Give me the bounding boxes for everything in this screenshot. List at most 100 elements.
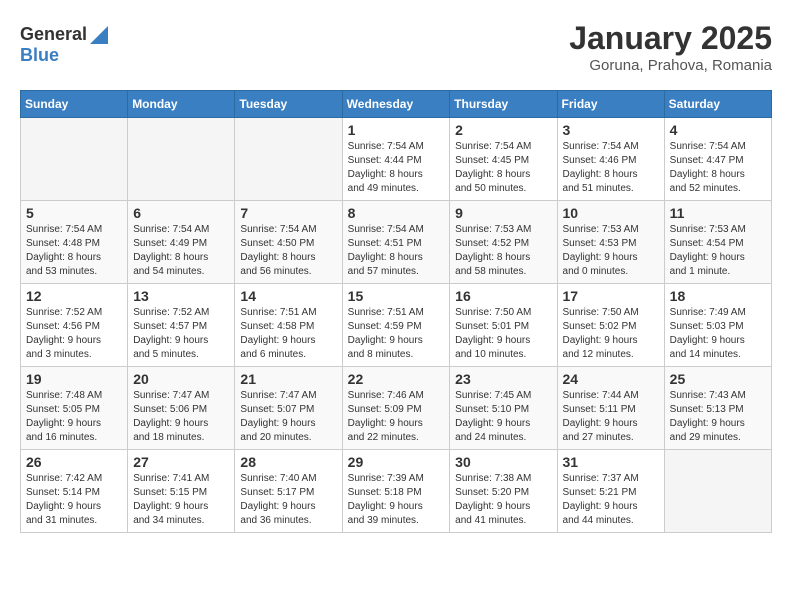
day-info: Sunrise: 7:47 AM Sunset: 5:06 PM Dayligh… [133,389,229,445]
day-header-tuesday: Tuesday [235,91,342,118]
day-info: Sunrise: 7:54 AM Sunset: 4:45 PM Dayligh… [455,140,551,196]
day-number: 8 [348,205,445,221]
day-info: Sunrise: 7:40 AM Sunset: 5:17 PM Dayligh… [240,472,336,528]
day-number: 14 [240,288,336,304]
day-info: Sunrise: 7:54 AM Sunset: 4:47 PM Dayligh… [670,140,766,196]
title-section: January 2025 Goruna, Prahova, Romania [569,20,772,74]
calendar-cell: 16 Sunrise: 7:50 AM Sunset: 5:01 PM Dayli… [450,284,557,367]
day-info: Sunrise: 7:41 AM Sunset: 5:15 PM Dayligh… [133,472,229,528]
day-info: Sunrise: 7:52 AM Sunset: 4:57 PM Dayligh… [133,306,229,362]
day-header-wednesday: Wednesday [342,91,450,118]
calendar-table: SundayMondayTuesdayWednesdayThursdayFrid… [20,90,772,533]
month-title: January 2025 [569,20,772,57]
day-info: Sunrise: 7:54 AM Sunset: 4:51 PM Dayligh… [348,223,445,279]
calendar-cell: 28 Sunrise: 7:40 AM Sunset: 5:17 PM Dayli… [235,450,342,533]
logo-text-blue: Blue [20,45,108,66]
calendar-cell: 26Sunrise: 7:42 AM Sunset: 5:14 PM Dayli… [21,450,128,533]
calendar-cell: 3 Sunrise: 7:54 AM Sunset: 4:46 PM Daylig… [557,118,664,201]
calendar-cell: 15 Sunrise: 7:51 AM Sunset: 4:59 PM Dayli… [342,284,450,367]
day-number: 3 [563,122,659,138]
calendar-cell: 9Sunrise: 7:53 AM Sunset: 4:52 PM Daylig… [450,201,557,284]
day-number: 20 [133,371,229,387]
calendar-cell: 23 Sunrise: 7:45 AM Sunset: 5:10 PM Dayli… [450,367,557,450]
day-number: 31 [563,454,659,470]
calendar-cell: 17 Sunrise: 7:50 AM Sunset: 5:02 PM Dayli… [557,284,664,367]
day-header-saturday: Saturday [664,91,771,118]
day-info: Sunrise: 7:43 AM Sunset: 5:13 PM Dayligh… [670,389,766,445]
day-number: 22 [348,371,445,387]
day-number: 18 [670,288,766,304]
day-info: Sunrise: 7:38 AM Sunset: 5:20 PM Dayligh… [455,472,551,528]
calendar-cell [235,118,342,201]
day-number: 15 [348,288,445,304]
day-info: Sunrise: 7:53 AM Sunset: 4:53 PM Dayligh… [563,223,659,279]
day-number: 19 [26,371,122,387]
day-info: Sunrise: 7:44 AM Sunset: 5:11 PM Dayligh… [563,389,659,445]
calendar-cell: 12 Sunrise: 7:52 AM Sunset: 4:56 PM Dayli… [21,284,128,367]
day-info: Sunrise: 7:46 AM Sunset: 5:09 PM Dayligh… [348,389,445,445]
calendar-cell [21,118,128,201]
day-info: Sunrise: 7:48 AM Sunset: 5:05 PM Dayligh… [26,389,122,445]
day-number: 23 [455,371,551,387]
day-number: 7 [240,205,336,221]
day-number: 21 [240,371,336,387]
day-info: Sunrise: 7:39 AM Sunset: 5:18 PM Dayligh… [348,472,445,528]
day-number: 29 [348,454,445,470]
calendar-week-row: 12 Sunrise: 7:52 AM Sunset: 4:56 PM Dayli… [21,284,772,367]
calendar-cell: 8 Sunrise: 7:54 AM Sunset: 4:51 PM Daylig… [342,201,450,284]
calendar-cell: 14 Sunrise: 7:51 AM Sunset: 4:58 PM Dayli… [235,284,342,367]
day-info: Sunrise: 7:51 AM Sunset: 4:58 PM Dayligh… [240,306,336,362]
calendar-cell: 4Sunrise: 7:54 AM Sunset: 4:47 PM Daylig… [664,118,771,201]
calendar-cell: 18 Sunrise: 7:49 AM Sunset: 5:03 PM Dayli… [664,284,771,367]
day-number: 16 [455,288,551,304]
calendar-cell: 22 Sunrise: 7:46 AM Sunset: 5:09 PM Dayli… [342,367,450,450]
day-info: Sunrise: 7:54 AM Sunset: 4:48 PM Dayligh… [26,223,122,279]
calendar-cell: 19 Sunrise: 7:48 AM Sunset: 5:05 PM Dayli… [21,367,128,450]
day-info: Sunrise: 7:50 AM Sunset: 5:01 PM Dayligh… [455,306,551,362]
logo: General Blue [20,20,108,66]
day-info: Sunrise: 7:50 AM Sunset: 5:02 PM Dayligh… [563,306,659,362]
calendar-cell: 10 Sunrise: 7:53 AM Sunset: 4:53 PM Dayli… [557,201,664,284]
day-info: Sunrise: 7:54 AM Sunset: 4:46 PM Dayligh… [563,140,659,196]
day-number: 27 [133,454,229,470]
day-number: 28 [240,454,336,470]
day-number: 2 [455,122,551,138]
calendar-cell: 5 Sunrise: 7:54 AM Sunset: 4:48 PM Daylig… [21,201,128,284]
logo-bird-icon [90,22,108,44]
day-number: 24 [563,371,659,387]
day-number: 10 [563,205,659,221]
calendar-header-row: SundayMondayTuesdayWednesdayThursdayFrid… [21,91,772,118]
calendar-cell: 30 Sunrise: 7:38 AM Sunset: 5:20 PM Dayli… [450,450,557,533]
day-info: Sunrise: 7:45 AM Sunset: 5:10 PM Dayligh… [455,389,551,445]
day-number: 12 [26,288,122,304]
calendar-week-row: 26Sunrise: 7:42 AM Sunset: 5:14 PM Dayli… [21,450,772,533]
calendar-cell: 29 Sunrise: 7:39 AM Sunset: 5:18 PM Dayli… [342,450,450,533]
day-info: Sunrise: 7:47 AM Sunset: 5:07 PM Dayligh… [240,389,336,445]
calendar-cell [664,450,771,533]
day-number: 1 [348,122,445,138]
calendar-cell: 7Sunrise: 7:54 AM Sunset: 4:50 PM Daylig… [235,201,342,284]
day-header-friday: Friday [557,91,664,118]
calendar-cell: 13 Sunrise: 7:52 AM Sunset: 4:57 PM Dayli… [128,284,235,367]
calendar-cell: 21 Sunrise: 7:47 AM Sunset: 5:07 PM Dayli… [235,367,342,450]
calendar-week-row: 5 Sunrise: 7:54 AM Sunset: 4:48 PM Daylig… [21,201,772,284]
day-number: 30 [455,454,551,470]
day-header-monday: Monday [128,91,235,118]
day-info: Sunrise: 7:53 AM Sunset: 4:52 PM Dayligh… [455,223,551,279]
calendar-cell: 1 Sunrise: 7:54 AM Sunset: 4:44 PM Daylig… [342,118,450,201]
calendar-cell: 25 Sunrise: 7:43 AM Sunset: 5:13 PM Dayli… [664,367,771,450]
calendar-week-row: 1 Sunrise: 7:54 AM Sunset: 4:44 PM Daylig… [21,118,772,201]
day-info: Sunrise: 7:49 AM Sunset: 5:03 PM Dayligh… [670,306,766,362]
day-info: Sunrise: 7:54 AM Sunset: 4:44 PM Dayligh… [348,140,445,196]
day-number: 5 [26,205,122,221]
calendar-cell: 11Sunrise: 7:53 AM Sunset: 4:54 PM Dayli… [664,201,771,284]
day-info: Sunrise: 7:51 AM Sunset: 4:59 PM Dayligh… [348,306,445,362]
day-info: Sunrise: 7:52 AM Sunset: 4:56 PM Dayligh… [26,306,122,362]
calendar-cell: 6Sunrise: 7:54 AM Sunset: 4:49 PM Daylig… [128,201,235,284]
day-number: 25 [670,371,766,387]
day-header-thursday: Thursday [450,91,557,118]
day-number: 13 [133,288,229,304]
day-number: 17 [563,288,659,304]
calendar-cell: 27 Sunrise: 7:41 AM Sunset: 5:15 PM Dayli… [128,450,235,533]
day-info: Sunrise: 7:42 AM Sunset: 5:14 PM Dayligh… [26,472,122,528]
